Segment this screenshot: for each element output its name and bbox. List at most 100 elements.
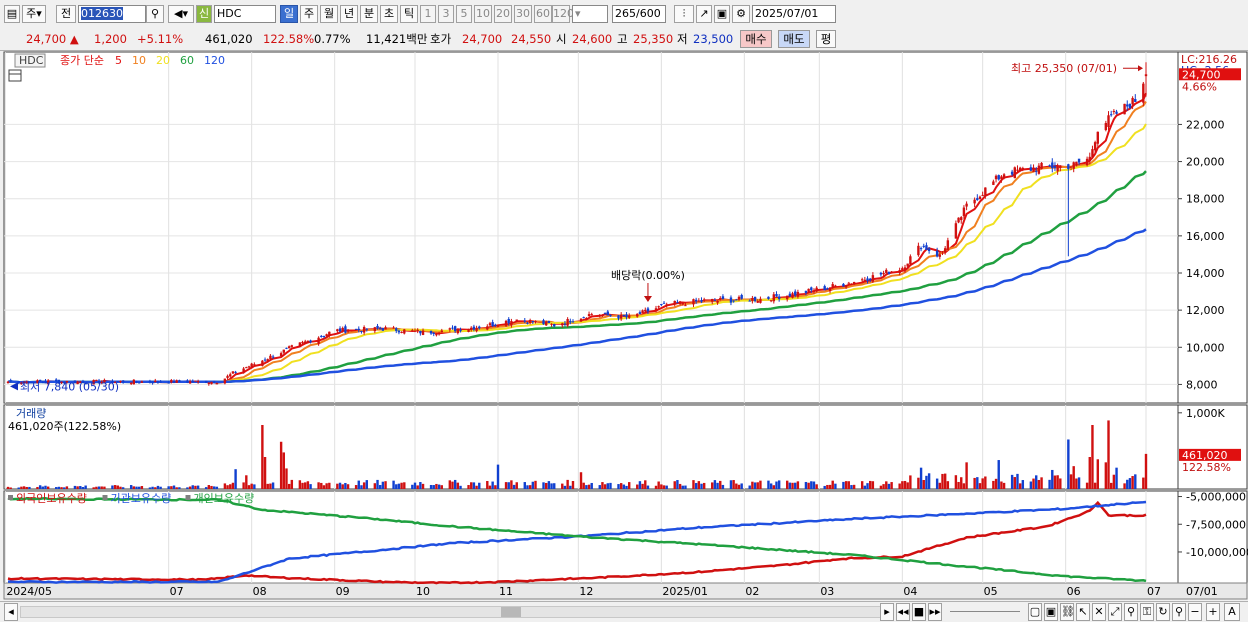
volume-bar xyxy=(1088,457,1091,489)
link-icon[interactable]: ⛓ xyxy=(1060,603,1075,621)
candle-body xyxy=(234,371,237,373)
stock-name-field[interactable]: HDC xyxy=(214,5,276,23)
buy-button[interactable]: 매수 xyxy=(740,30,772,48)
volume-bar xyxy=(357,480,360,489)
all-button[interactable]: 전 xyxy=(56,5,76,23)
period-day[interactable]: 일 xyxy=(280,5,298,23)
period-month[interactable]: 월 xyxy=(320,5,338,23)
copy-icon[interactable]: ▣ xyxy=(1044,603,1058,621)
font-size-icon[interactable]: A xyxy=(1224,603,1240,621)
volume-bar xyxy=(1021,480,1025,489)
date-field[interactable]: 2025/07/01 xyxy=(752,5,836,23)
interval-5[interactable]: 5 xyxy=(456,5,472,23)
volume-bar xyxy=(660,484,663,489)
candle-type-icon[interactable]: ⫶ xyxy=(674,5,694,23)
search-icon[interactable]: ⚲ xyxy=(146,5,164,23)
volume-bar xyxy=(1053,475,1057,489)
period-tick[interactable]: 틱 xyxy=(400,5,418,23)
volume-bar xyxy=(748,485,751,489)
candle-body xyxy=(1107,115,1110,127)
window-menu-icon[interactable]: ▤ xyxy=(4,5,20,23)
search-zoom-icon[interactable]: ⚲ xyxy=(1172,603,1186,621)
interval-60[interactable]: 60 xyxy=(534,5,552,23)
candle-body xyxy=(159,381,162,383)
x-tick-label: 12 xyxy=(579,585,593,598)
interval-select[interactable]: ▾ xyxy=(572,5,608,23)
bid-price: 24,550 xyxy=(511,32,552,46)
interval-30[interactable]: 30 xyxy=(514,5,532,23)
candle-body xyxy=(898,270,901,273)
lock-icon[interactable]: ⚿ xyxy=(1140,603,1154,621)
candle-body xyxy=(486,326,489,330)
volume-bar xyxy=(796,481,800,489)
sound-icon[interactable]: ◀▾ xyxy=(168,5,194,23)
volume-bar xyxy=(654,485,658,489)
horizontal-scrollbar[interactable] xyxy=(20,606,882,618)
candle-body xyxy=(475,327,478,332)
volume-bar xyxy=(545,482,548,489)
period-second[interactable]: 초 xyxy=(380,5,398,23)
compare-icon[interactable]: ▢ xyxy=(1028,603,1042,621)
volume-bar xyxy=(1059,478,1062,489)
refresh-icon[interactable]: ↻ xyxy=(1156,603,1170,621)
interval-20[interactable]: 20 xyxy=(494,5,512,23)
candle-body xyxy=(981,194,984,196)
candle-body xyxy=(317,337,320,344)
cursor-icon[interactable]: ↖ xyxy=(1076,603,1090,621)
volume-bar xyxy=(9,487,12,489)
candle-body xyxy=(603,312,607,314)
code-input[interactable]: 012630 xyxy=(78,5,146,23)
save-icon[interactable]: ▣ xyxy=(714,5,730,23)
candle-body xyxy=(729,297,733,303)
scroll-right-icon[interactable]: ▸ xyxy=(880,603,894,621)
interval-120[interactable]: 120 xyxy=(552,5,574,23)
period-week[interactable]: 주 xyxy=(300,5,318,23)
cross-icon[interactable]: ✕ xyxy=(1092,603,1106,621)
pin-icon[interactable]: ⚲ xyxy=(1124,603,1138,621)
sell-button[interactable]: 매도 xyxy=(778,30,810,48)
candle-body xyxy=(1059,165,1062,168)
stop-icon[interactable]: ■ xyxy=(912,603,926,621)
volume-bar xyxy=(376,479,379,489)
volume-bar xyxy=(378,485,382,489)
interval-10[interactable]: 10 xyxy=(474,5,492,23)
eval-button[interactable]: 평 xyxy=(816,30,836,48)
candle-body xyxy=(697,300,701,302)
volume-bar xyxy=(844,481,848,489)
period-minute[interactable]: 분 xyxy=(360,5,378,23)
zoom-out-icon[interactable]: − xyxy=(1188,603,1202,621)
scrollbar-thumb[interactable] xyxy=(501,607,521,617)
interval-1[interactable]: 1 xyxy=(420,5,436,23)
volume-bar xyxy=(486,481,489,489)
interval-3[interactable]: 3 xyxy=(438,5,454,23)
candle-body xyxy=(494,324,497,326)
settings-icon[interactable]: ⚙ xyxy=(732,5,750,23)
legend-ma-120: 120 xyxy=(204,54,225,67)
draw-tool-icon[interactable]: ↗ xyxy=(696,5,712,23)
candle-body xyxy=(665,304,668,306)
drag-icon[interactable]: ⤢ xyxy=(1108,603,1122,621)
scroll-left-icon[interactable]: ◂ xyxy=(4,603,18,621)
volume-bar xyxy=(459,485,462,489)
candle-body xyxy=(298,342,302,347)
type-select[interactable]: 주▾ xyxy=(22,5,46,23)
candle-body xyxy=(644,309,647,312)
volume-bar xyxy=(606,483,609,489)
jump-first-icon[interactable]: ◂◂ xyxy=(896,603,910,621)
volume-bar xyxy=(451,481,454,489)
zoom-in-icon[interactable]: + xyxy=(1206,603,1220,621)
candle-body xyxy=(421,330,425,335)
volume-bar xyxy=(1002,482,1006,489)
volume-bar xyxy=(186,487,189,489)
jump-last-icon[interactable]: ▸▸ xyxy=(928,603,942,621)
candle-body xyxy=(154,380,157,383)
credit-badge[interactable]: 신 xyxy=(196,5,212,23)
zoom-slider[interactable] xyxy=(950,611,1020,612)
volume-bar xyxy=(20,486,23,489)
count-field[interactable]: 265/600 xyxy=(612,5,666,23)
candle-body xyxy=(662,302,666,304)
candle-body xyxy=(1126,104,1129,107)
period-year[interactable]: 년 xyxy=(340,5,358,23)
candle-body xyxy=(488,323,492,326)
volume-bar xyxy=(1075,478,1078,489)
